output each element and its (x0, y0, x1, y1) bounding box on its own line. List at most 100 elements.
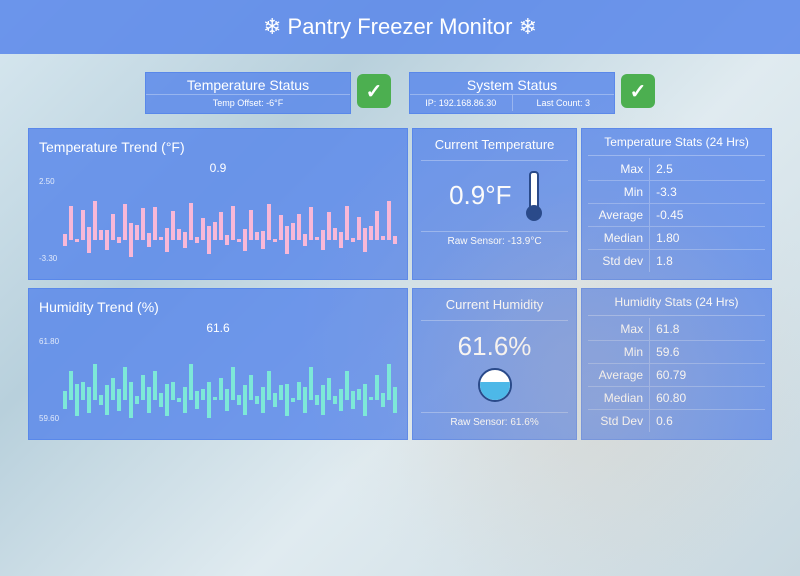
hum-bars (39, 337, 397, 423)
stat-key: Median (588, 387, 650, 409)
chart-bar (375, 360, 379, 400)
chart-bar (69, 360, 73, 400)
chart-bar (93, 200, 97, 240)
hum-chart-value: 61.6 (39, 321, 397, 335)
hum-trend-title: Humidity Trend (%) (39, 299, 397, 315)
temp-status-card: Temperature Status Temp Offset: -6°F (145, 72, 351, 114)
stat-value: 61.8 (650, 318, 765, 340)
temp-status-title: Temperature Status (146, 75, 350, 94)
chart-bar (231, 200, 235, 240)
stat-value: 60.79 (650, 364, 765, 386)
chart-bar (69, 200, 73, 240)
chart-bar (105, 190, 109, 249)
chart-bar (75, 199, 79, 242)
stat-key: Max (588, 318, 650, 340)
stat-row: Max61.8 (588, 318, 765, 341)
stat-value: 59.6 (650, 341, 765, 363)
chart-bar (159, 200, 163, 240)
chart-bar (201, 360, 205, 400)
chart-bar (117, 197, 121, 244)
chart-bar (249, 360, 253, 400)
chart-bar (309, 200, 313, 240)
stat-row: Min59.6 (588, 341, 765, 364)
temp-chart-value: 0.9 (39, 161, 397, 175)
temp-row: Temperature Trend (°F) 0.9 Current Tempe… (28, 128, 772, 280)
temp-trend-title: Temperature Trend (°F) (39, 139, 397, 155)
chart-bar (147, 193, 151, 247)
temp-stats-title: Temperature Stats (24 Hrs) (588, 135, 765, 156)
chart-bar (285, 186, 289, 254)
chart-bar (81, 360, 85, 400)
stat-value: -3.3 (650, 181, 765, 203)
chart-bar (369, 360, 373, 400)
chart-bar (237, 199, 241, 242)
chart-bar (339, 349, 343, 411)
chart-bar (99, 200, 103, 240)
chart-bar (327, 360, 331, 400)
temp-stats-body: Max2.5Min-3.3Average-0.45Median1.80Std d… (588, 158, 765, 272)
chart-bar (111, 360, 115, 400)
chart-bar (177, 358, 181, 402)
chart-bar (219, 360, 223, 400)
temp-current-value: 0.9°F (449, 180, 511, 211)
chart-bar (75, 344, 79, 417)
chart-bar (255, 356, 259, 403)
chart-bar (357, 200, 361, 240)
chart-bar (333, 356, 337, 403)
chart-bar (105, 345, 109, 414)
chart-bar (219, 200, 223, 240)
chart-bar (177, 200, 181, 240)
chart-bar (147, 347, 151, 412)
temp-current-title: Current Temperature (421, 137, 568, 161)
chart-bar (369, 200, 373, 240)
temp-trend-panel: Temperature Trend (°F) 0.9 (28, 128, 408, 280)
hum-raw: Raw Sensor: 61.6% (421, 412, 568, 428)
hum-current-panel: Current Humidity 61.6% Raw Sensor: 61.6% (412, 288, 577, 440)
temp-stats-panel: Temperature Stats (24 Hrs) Max2.5Min-3.3… (581, 128, 772, 280)
chart-bar (309, 360, 313, 400)
chart-bar (153, 200, 157, 240)
chart-bar (321, 345, 325, 414)
chart-bar (231, 360, 235, 400)
chart-bar (141, 200, 145, 240)
chart-bar (315, 200, 319, 240)
sys-status-block: System Status IP: 192.168.86.30 Last Cou… (409, 72, 655, 114)
chart-bar (129, 183, 133, 256)
chart-bar (339, 192, 343, 247)
check-icon: ✓ (621, 74, 655, 108)
chart-bar (249, 200, 253, 240)
chart-bar (243, 345, 247, 414)
chart-bar (207, 342, 211, 418)
stat-key: Average (588, 204, 650, 226)
temp-chart: 0.9 (39, 161, 397, 271)
chart-bar (393, 196, 397, 244)
chart-bar (315, 355, 319, 406)
check-icon: ✓ (357, 74, 391, 108)
chart-bar (159, 353, 163, 408)
stat-value: 0.6 (650, 410, 765, 432)
chart-bar (393, 347, 397, 412)
stat-key: Median (588, 227, 650, 249)
chart-bar (135, 200, 139, 240)
chart-bar (183, 192, 187, 249)
chart-bar (387, 360, 391, 400)
chart-bar (303, 347, 307, 412)
chart-bar (363, 188, 367, 253)
chart-bar (213, 360, 217, 400)
stat-row: Median1.80 (588, 227, 765, 250)
stat-key: Average (588, 364, 650, 386)
stat-value: 60.80 (650, 387, 765, 409)
chart-bar (381, 353, 385, 408)
chart-bar (63, 194, 67, 245)
chart-bar (303, 194, 307, 246)
chart-bar (123, 360, 127, 400)
chart-bar (189, 200, 193, 240)
chart-bar (87, 347, 91, 412)
chart-bar (99, 355, 103, 406)
chart-bar (321, 190, 325, 251)
chart-bar (261, 347, 265, 412)
chart-bar (129, 342, 133, 418)
page-header: ❄ Pantry Freezer Monitor ❄ (0, 0, 800, 54)
chart-bar (87, 187, 91, 253)
chart-bar (357, 360, 361, 400)
